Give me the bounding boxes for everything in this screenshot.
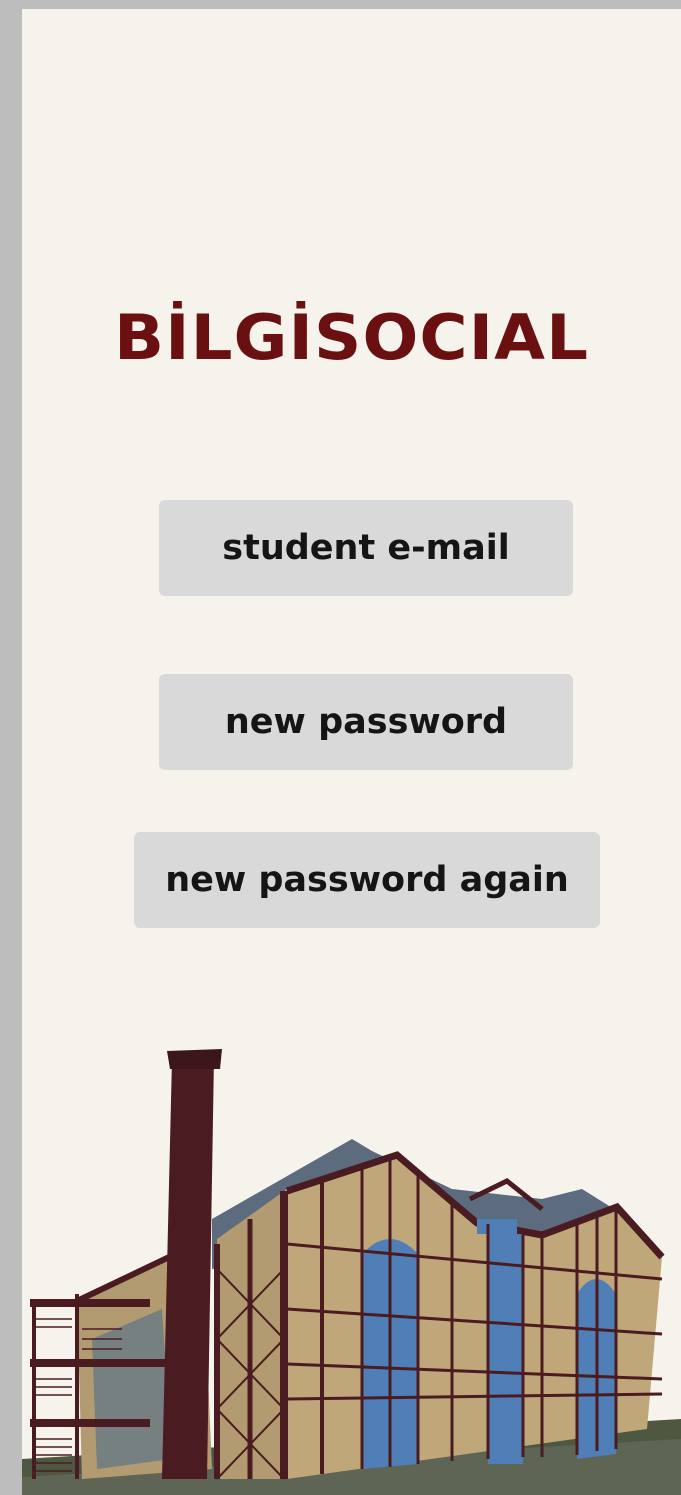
- factory-building-illustration: [22, 1049, 681, 1495]
- new-password-again-field[interactable]: new password again: [134, 832, 600, 928]
- student-email-field[interactable]: student e-mail: [159, 500, 573, 596]
- reset-password-screen: BİLGİSOCIAL student e-mail new password …: [22, 9, 681, 1495]
- new-password-field[interactable]: new password: [159, 674, 573, 770]
- app-logo: BİLGİSOCIAL: [113, 301, 590, 374]
